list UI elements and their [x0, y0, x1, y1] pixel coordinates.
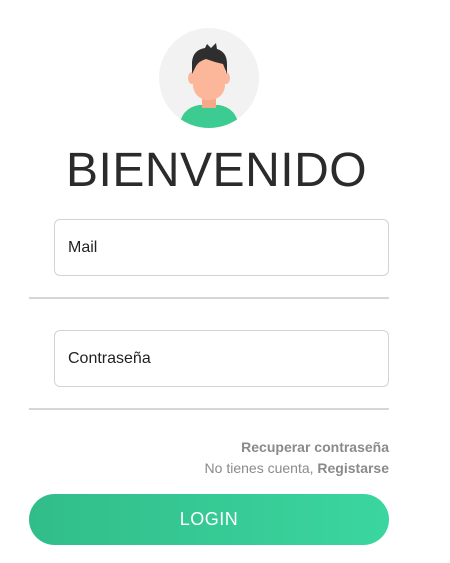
recover-password-link[interactable]: Recuperar contraseña	[241, 439, 389, 455]
user-avatar-icon	[179, 43, 239, 128]
page-title: BIENVENIDO	[66, 144, 368, 197]
divider	[29, 297, 389, 299]
register-link[interactable]: Registarse	[317, 460, 389, 476]
no-account-text: No tienes cuenta,	[204, 460, 318, 476]
avatar-shirt	[179, 105, 239, 128]
login-button[interactable]: LOGIN	[29, 494, 389, 545]
auth-links: Recuperar contraseña No tienes cuenta, R…	[205, 437, 389, 479]
password-input[interactable]	[54, 330, 389, 387]
avatar	[159, 28, 259, 128]
divider	[29, 408, 389, 410]
mail-input[interactable]	[54, 219, 389, 276]
